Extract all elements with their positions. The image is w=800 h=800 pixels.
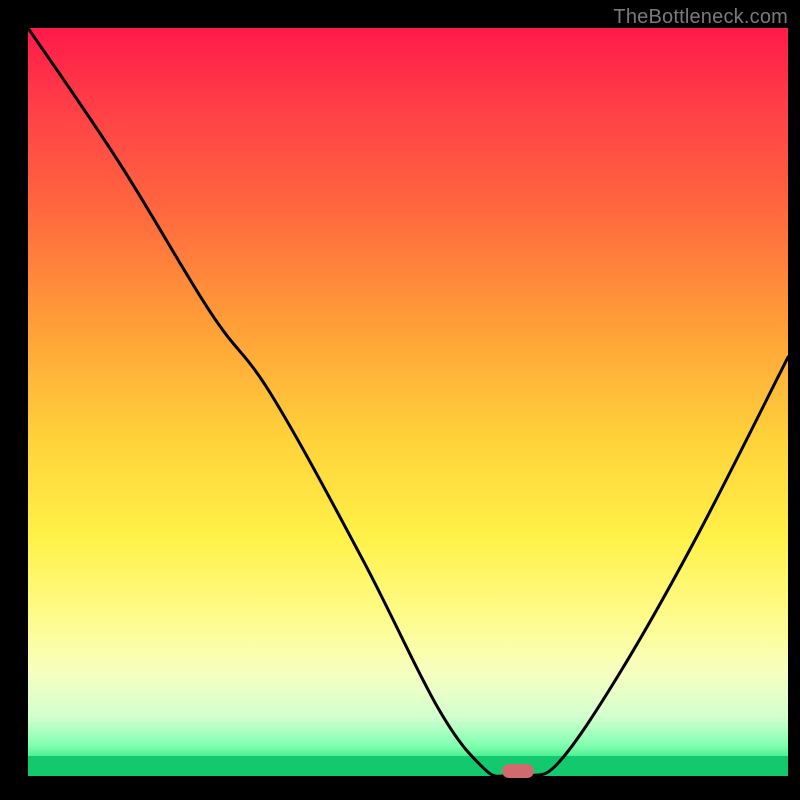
plot-area — [28, 28, 788, 776]
bottleneck-curve-path — [28, 28, 788, 776]
chart-frame: TheBottleneck.com — [0, 0, 800, 800]
minimum-marker — [502, 764, 534, 778]
watermark-text: TheBottleneck.com — [613, 6, 788, 29]
curve-svg — [28, 28, 788, 776]
